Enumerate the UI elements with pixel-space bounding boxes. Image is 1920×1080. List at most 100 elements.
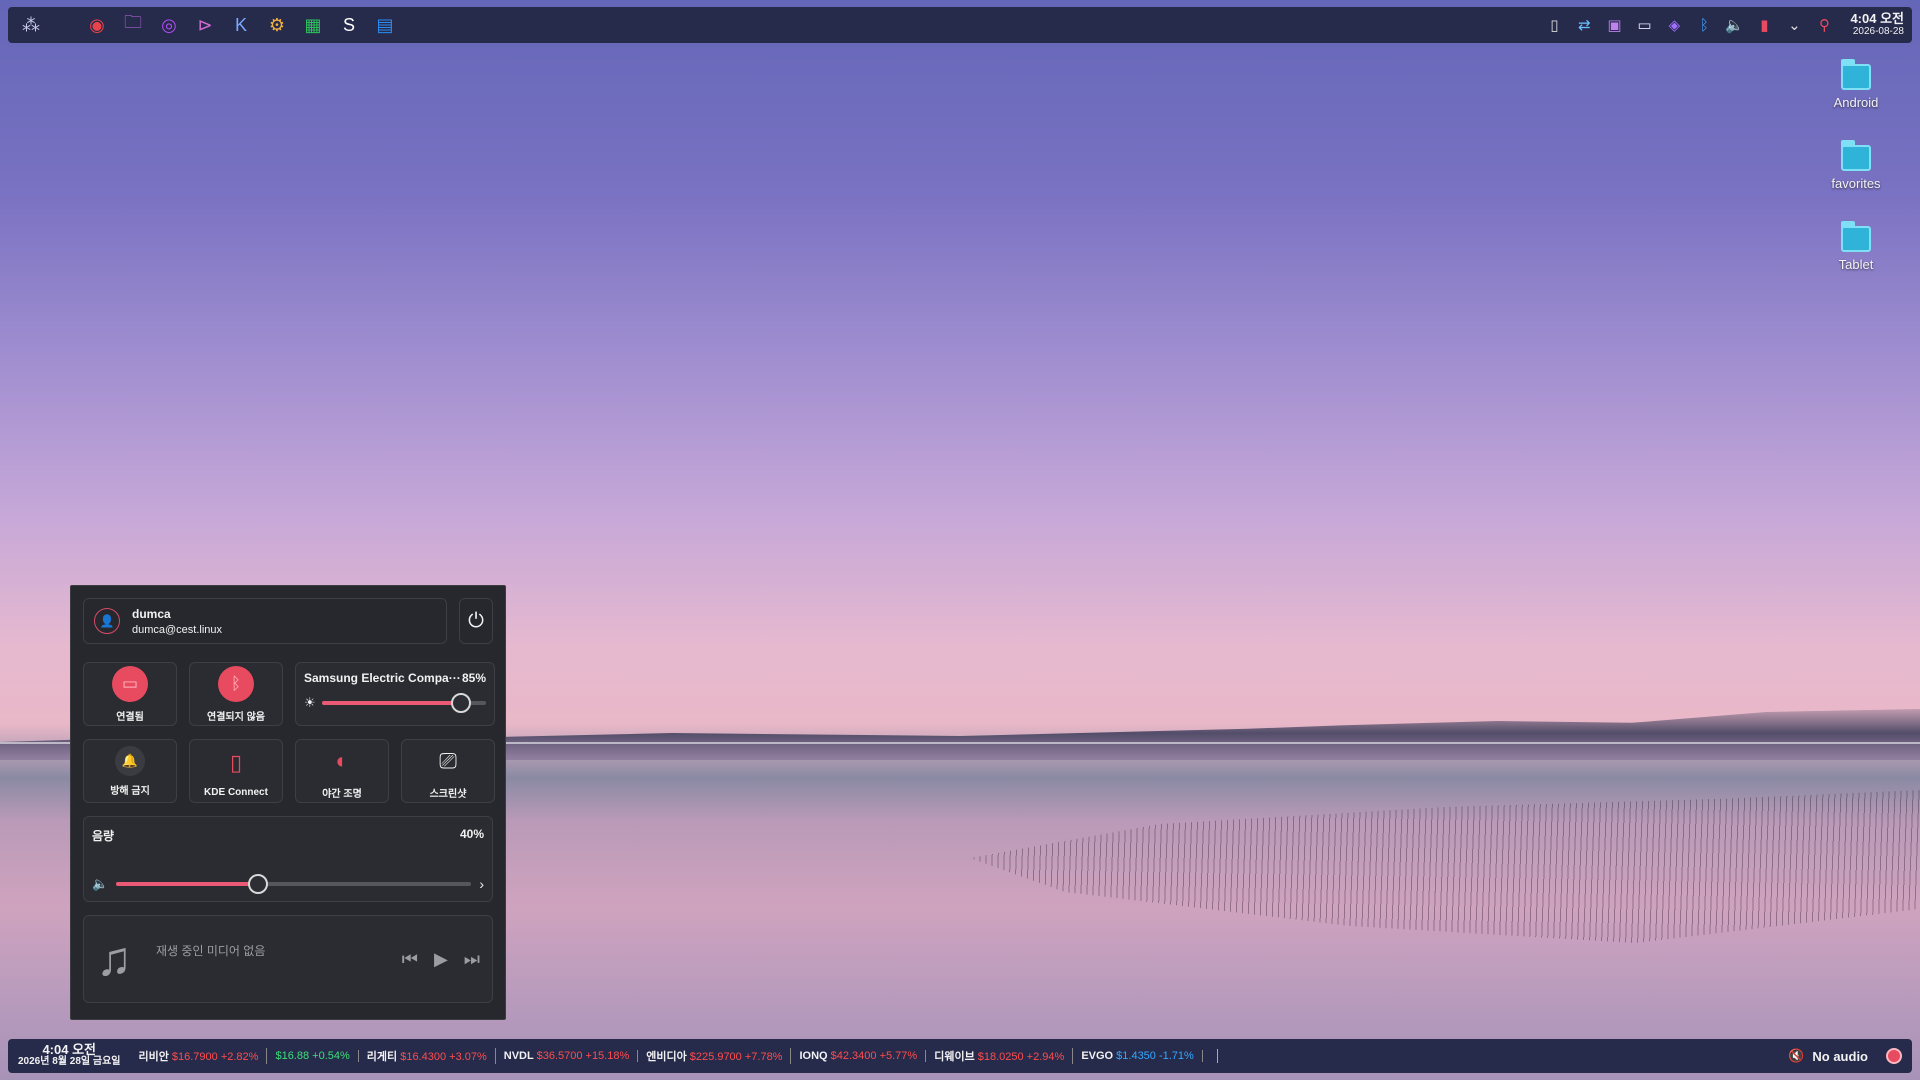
tile-label: 스크린샷 — [429, 788, 467, 800]
bottom-clock[interactable]: 4:04 오전 2026년 8월 28일 금요일 — [18, 1042, 120, 1068]
tile-label: 연결됨 — [116, 711, 144, 723]
screen-recorder-icon[interactable]: ◎ — [154, 10, 184, 40]
spreadsheet-icon[interactable]: ▦ — [298, 10, 328, 40]
stock-name: 리게티 — [366, 1051, 401, 1063]
stock-name: 엔비디아 — [646, 1051, 690, 1063]
desktop-folder-favorites[interactable]: favorites — [1806, 139, 1906, 220]
stock-price: $16.7900 +2.82% — [171, 1051, 259, 1063]
volume-slider[interactable] — [116, 874, 472, 894]
clipboard-icon[interactable]: ▯ — [1542, 10, 1566, 40]
search-icon[interactable]: ⚲ — [1812, 10, 1836, 40]
play-icon[interactable]: ▶ — [434, 949, 448, 970]
sun-icon: ☀ — [304, 695, 316, 710]
volume-title: 음량 — [92, 829, 115, 843]
bell-icon: 🔔 — [115, 745, 145, 776]
volume-slider-fill — [116, 882, 259, 886]
tile-bluetooth[interactable]: ᛒ 연결되지 않음 — [189, 662, 283, 726]
tile-do-not-disturb[interactable]: 🔔 방해 금지 — [83, 739, 177, 803]
notes-icon[interactable]: ▣ — [1602, 10, 1626, 40]
stock-name: 디웨이브 — [934, 1051, 978, 1063]
terminal-icon[interactable]: ⊳ — [190, 10, 220, 40]
brightness-slider-handle[interactable] — [451, 693, 472, 713]
brightness-slider[interactable] — [321, 693, 486, 713]
expand-tray-icon[interactable]: ⌄ — [1782, 10, 1806, 40]
phone-icon[interactable]: ▮ — [1752, 10, 1776, 40]
chevron-right-icon[interactable]: › — [479, 876, 484, 892]
stock-item: IONQ $42.3400 +5.77% — [791, 1050, 927, 1062]
tile-label: KDE Connect — [204, 786, 268, 798]
stock-item: 리게티 $16.4300 +3.07% — [359, 1048, 496, 1064]
desktop-folder-android[interactable]: Android — [1806, 58, 1906, 139]
desktop-folder-label: favorites — [1831, 176, 1881, 191]
media-status: 재생 중인 미디어 없음 — [156, 943, 266, 958]
next-track-icon[interactable]: ⏭ — [464, 949, 480, 970]
record-icon[interactable] — [1886, 1048, 1902, 1064]
clock-date: 2026-08-28 — [1852, 26, 1904, 37]
stock-name: IONQ — [799, 1050, 831, 1062]
user-email: dumca@cest.linux — [132, 623, 223, 636]
power-button[interactable]: ⏻ — [459, 598, 493, 644]
user-card[interactable]: 👤 dumca dumca@cest.linux — [83, 598, 447, 644]
browser-icon[interactable]: ◉ — [82, 10, 112, 40]
bluetooth-icon: ᛒ — [218, 665, 254, 702]
bottom-clock-time: 4:04 오전 — [42, 1042, 97, 1057]
panel-clock[interactable]: 4:04 오전 2026-08-28 — [1850, 12, 1904, 38]
quick-settings-popup: 👤 dumca dumca@cest.linux ⏻ ▭ 연결됨 ᛒ 연결되지 … — [70, 585, 506, 1020]
stock-item: NVDL $36.5700 +15.18% — [496, 1050, 639, 1062]
system-tray: ▯ ⇄ ▣ ▭ ◈ ᛒ 🔈 ▮ ⌄ ⚲ 4:04 오전 2026-08-28 — [1542, 10, 1904, 40]
tile-screenshot[interactable]: ⎚ 스크린샷 — [401, 739, 495, 803]
stock-ticker: 리비안 $16.7900 +2.82% $16.88 +0.54% 리게티 $16.… — [130, 1048, 1203, 1064]
volume-slider-handle[interactable] — [248, 874, 269, 894]
brightness-value: 85% — [461, 671, 486, 685]
display-icon[interactable]: ▭ — [1632, 10, 1656, 40]
network-icon[interactable]: ⇄ — [1572, 10, 1596, 40]
tile-label: 야간 조명 — [322, 788, 362, 800]
screenshot-icon: ⎚ — [439, 747, 457, 773]
stock-name: NVDL — [503, 1050, 537, 1062]
audio-indicator[interactable]: 🔇 No audio — [1788, 1048, 1902, 1064]
tile-network[interactable]: ▭ 연결됨 — [83, 662, 177, 726]
brightness-slider-fill — [321, 701, 462, 705]
top-panel: ⁂ ◉ 🗀 ◎ ⊳ K ⚙ ▦ S ▤ ▯ ⇄ ▣ ▭ ◈ ᛒ 🔈 ▮ ⌄ ⚲ 4:04 오전 2026-08-28 — [8, 7, 1912, 43]
tile-label: 연결되지 않음 — [207, 711, 265, 723]
network-icon: ▭ — [112, 665, 148, 702]
kde-icon[interactable]: K — [226, 10, 256, 40]
writer-icon[interactable]: ▤ — [370, 10, 400, 40]
folder-icon — [1841, 59, 1871, 90]
stock-price: $225.9700 +7.78% — [689, 1051, 783, 1063]
stock-item: EVGO $1.4350 -1.71% — [1073, 1050, 1203, 1062]
brightness-device: Samsung Electric Compa··· — [304, 671, 461, 685]
night-light-icon: ◐ — [335, 747, 349, 773]
file-manager-icon[interactable]: 🗀 — [118, 10, 148, 40]
stock-item: 엔비디아 $225.9700 +7.78% — [638, 1048, 792, 1064]
desktop-folder-label: Android — [1833, 95, 1879, 110]
speaker-icon[interactable]: 🔈 — [92, 876, 108, 892]
volume-value: 40% — [459, 827, 484, 841]
stock-price: $16.4300 +3.07% — [400, 1051, 487, 1063]
power-icon: ⏻ — [468, 609, 484, 632]
stock-price: $18.0250 +2.94% — [977, 1051, 1065, 1063]
folder-icon — [1841, 221, 1871, 252]
music-note-icon: ♫ — [96, 932, 132, 986]
stock-price: $1.4350 -1.71% — [1116, 1050, 1194, 1062]
app-launcher-icon[interactable]: ⁂ — [16, 10, 46, 40]
brightness-card: Samsung Electric Compa··· 85% ☀ — [295, 662, 495, 726]
tile-kde-connect[interactable]: ▯ KDE Connect — [189, 739, 283, 803]
bluetooth-icon[interactable]: ᛒ — [1692, 10, 1716, 40]
stock-price: $42.3400 +5.77% — [830, 1050, 918, 1062]
desktop-icons: Android favorites Tablet — [1806, 58, 1906, 301]
user-avatar-icon: 👤 — [94, 608, 120, 634]
volume-card: 음량 40% 🔈 › — [83, 816, 493, 902]
desktop-folder-tablet[interactable]: Tablet — [1806, 220, 1906, 301]
previous-track-icon[interactable]: ⏮ — [402, 949, 418, 970]
vpn-icon[interactable]: ◈ — [1662, 10, 1686, 40]
clock-time: 4:04 오전 — [1850, 11, 1904, 26]
wallpaper-reeds — [970, 790, 1920, 943]
app-s-icon[interactable]: S — [334, 10, 364, 40]
audio-label: No audio — [1812, 1048, 1868, 1064]
tile-night-light[interactable]: ◐ 야간 조명 — [295, 739, 389, 803]
stock-price: $16.88 +0.54% — [275, 1050, 350, 1062]
settings-icon[interactable]: ⚙ — [262, 10, 292, 40]
volume-icon[interactable]: 🔈 — [1722, 10, 1746, 40]
bottom-panel: 4:04 오전 2026년 8월 28일 금요일 리비안 $16.7900 +2… — [8, 1039, 1912, 1073]
